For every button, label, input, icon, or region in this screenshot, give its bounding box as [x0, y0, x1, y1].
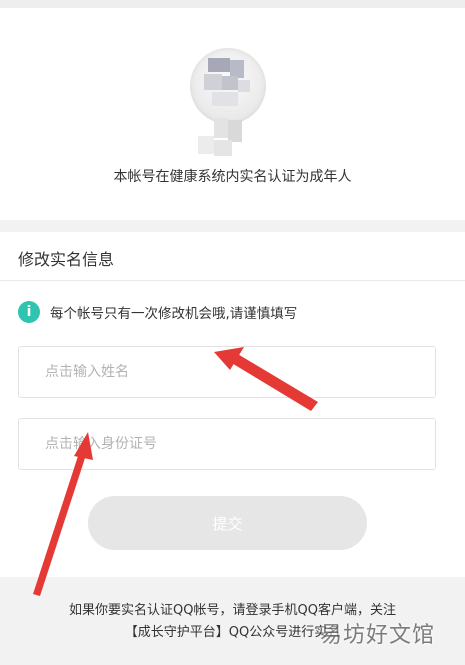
watermark: 易坊好文馆 — [320, 623, 436, 648]
mosaic-block — [204, 74, 222, 90]
verification-status-card: 本帐号在健康系统内实名认证为成年人 — [0, 8, 465, 220]
mosaic-block — [214, 140, 232, 156]
divider — [0, 280, 465, 281]
mosaic-block — [208, 58, 230, 72]
notice-text: 每个帐号只有一次修改机会哦,请谨慎填写 — [50, 306, 298, 322]
name-input[interactable] — [19, 347, 435, 397]
mosaic-block — [238, 80, 250, 92]
mosaic-block — [198, 136, 214, 154]
name-field[interactable] — [18, 346, 436, 398]
avatar — [190, 48, 270, 158]
id-number-field[interactable] — [18, 418, 436, 470]
notice: i 每个帐号只有一次修改机会哦,请谨慎填写 — [18, 300, 297, 324]
mosaic-block — [222, 76, 238, 90]
mosaic-block — [212, 92, 238, 106]
submit-button[interactable]: 提交 — [88, 496, 367, 550]
info-icon: i — [18, 301, 40, 323]
id-number-input[interactable] — [19, 419, 435, 469]
mosaic-block — [228, 120, 242, 142]
section-title: 修改实名信息 — [18, 250, 115, 269]
top-strip — [0, 0, 465, 8]
edit-realname-form: 修改实名信息 i 每个帐号只有一次修改机会哦,请谨慎填写 提交 — [0, 232, 465, 577]
mosaic-block — [214, 118, 228, 138]
verification-status-text: 本帐号在健康系统内实名认证为成年人 — [113, 169, 352, 185]
